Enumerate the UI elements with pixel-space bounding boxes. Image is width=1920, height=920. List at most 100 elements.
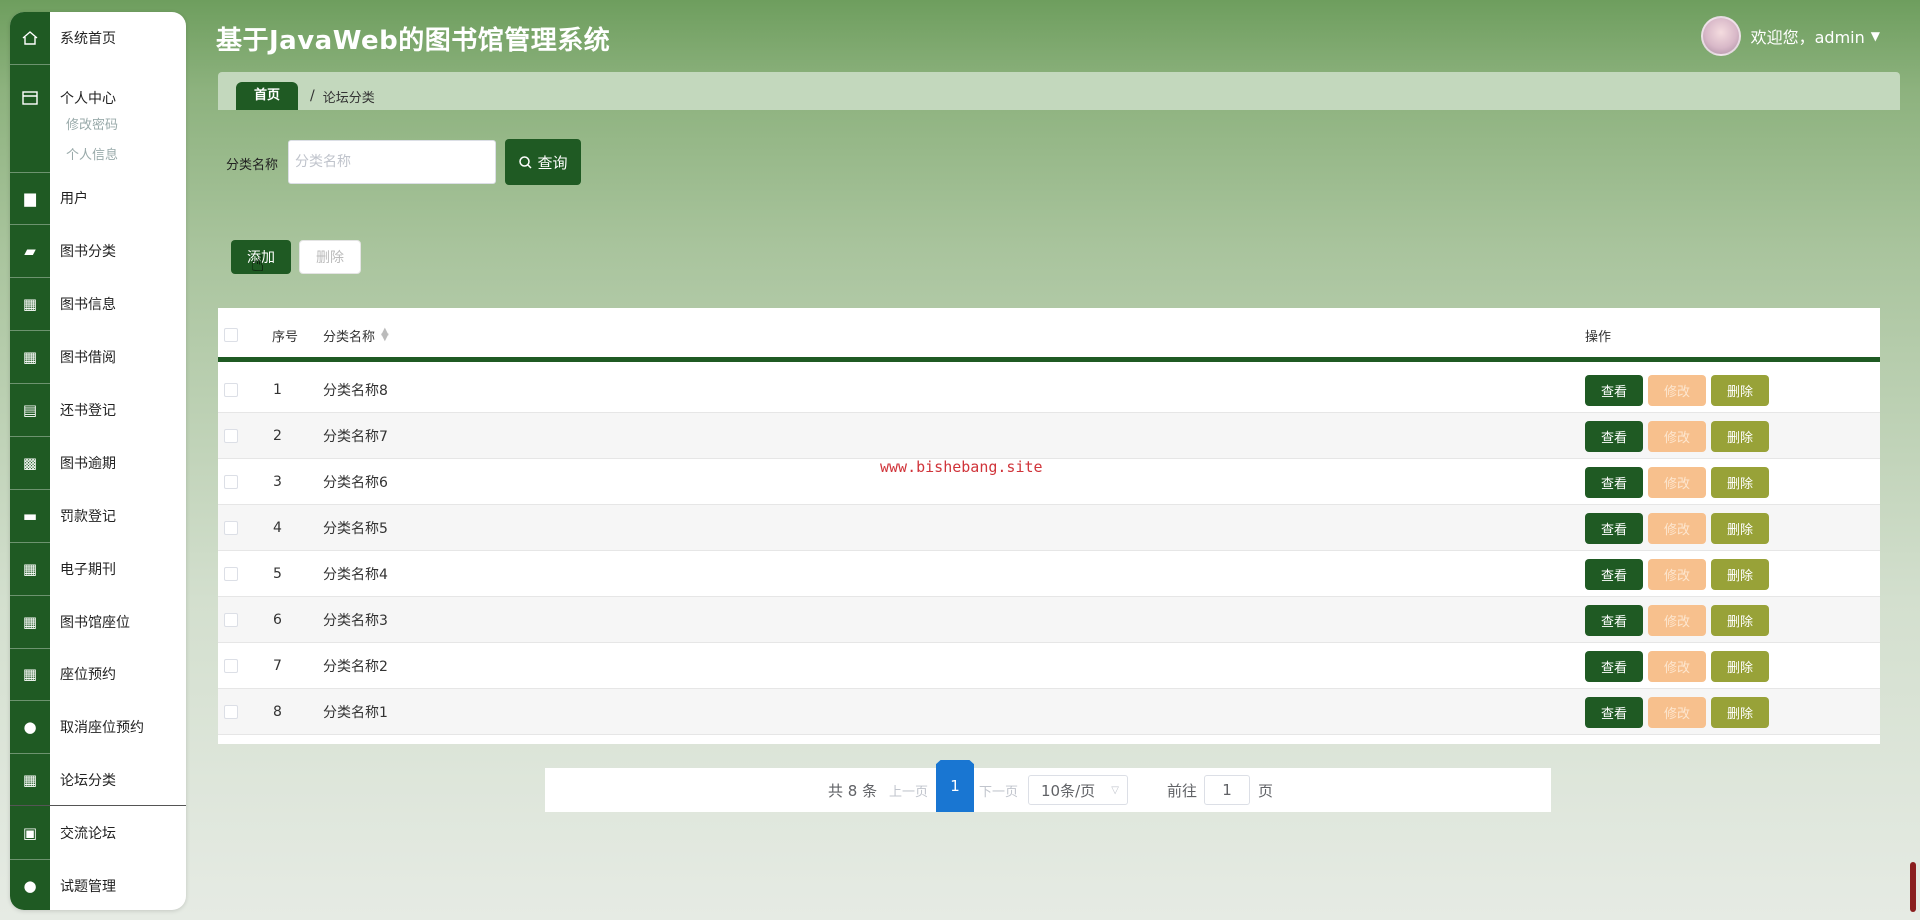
grid-icon: ▦ <box>22 560 38 578</box>
search-input[interactable] <box>288 140 496 184</box>
row-index: 4 <box>273 520 282 536</box>
row-checkbox[interactable] <box>224 613 238 627</box>
clipboard-check-icon: ▣ <box>22 824 38 842</box>
table-row: 8 分类名称1 查看 修改 删除 <box>218 689 1880 735</box>
sidebar-item-users[interactable]: ▆ 用户 <box>10 172 186 224</box>
grid-icon: ▦ <box>22 665 38 683</box>
search-button[interactable]: 查询 <box>505 139 581 185</box>
grid-icon: ▦ <box>22 770 38 789</box>
sidebar-item-label: 电子期刊 <box>60 562 116 578</box>
sidebar-item-book-return[interactable]: ▤ 还书登记 <box>10 384 186 436</box>
page-size-select[interactable]: 10条/页 ▽ <box>1028 775 1128 805</box>
prev-page-button[interactable]: 上一页 <box>889 781 928 800</box>
edit-button[interactable]: 修改 <box>1648 697 1706 728</box>
row-checkbox[interactable] <box>224 659 238 673</box>
page-1-button[interactable]: 1 <box>936 760 974 812</box>
delete-button[interactable]: 删除 <box>1711 605 1769 636</box>
row-checkbox[interactable] <box>224 383 238 397</box>
select-all-checkbox[interactable] <box>224 328 238 342</box>
table-row: 7 分类名称2 查看 修改 删除 <box>218 643 1880 689</box>
sidebar-item-library-seat[interactable]: ▦ 图书馆座位 <box>10 596 186 648</box>
data-table: 序号 分类名称 ▲ ▼ 操作 1 分类名称8 查看 修改 删除 2 分类名称7 查… <box>218 308 1880 744</box>
table-row: 6 分类名称3 查看 修改 删除 <box>218 597 1880 643</box>
sidebar-item-forum[interactable]: ▣ 交流论坛 <box>10 807 186 859</box>
sidebar-item-seat-booking[interactable]: ▦ 座位预约 <box>10 648 186 700</box>
edit-button[interactable]: 修改 <box>1648 605 1706 636</box>
row-checkbox[interactable] <box>224 429 238 443</box>
table-row: 3 分类名称6 查看 修改 删除 <box>218 459 1880 505</box>
sidebar-item-home[interactable]: 系统首页 <box>10 12 186 64</box>
next-page-button[interactable]: 下一页 <box>979 781 1018 800</box>
goto-label: 前往 <box>1167 781 1198 800</box>
delete-button[interactable]: 删除 <box>1711 467 1769 498</box>
view-button[interactable]: 查看 <box>1585 467 1643 498</box>
breadcrumb-home[interactable]: 首页 <box>236 82 299 110</box>
delete-button[interactable]: 删除 <box>1711 559 1769 590</box>
row-name: 分类名称3 <box>323 613 388 629</box>
header-ops: 操作 <box>1585 329 1612 345</box>
search-button-label: 查询 <box>537 154 568 172</box>
row-name: 分类名称2 <box>323 659 388 675</box>
grid-icon: ▦ <box>22 348 38 366</box>
sort-icon[interactable]: ▲ ▼ <box>381 327 389 343</box>
sidebar-item-label: 试题管理 <box>60 879 116 895</box>
delete-button[interactable]: 删除 <box>1711 697 1769 728</box>
lightbulb-icon: ● <box>23 718 37 736</box>
delete-button[interactable]: 删除 <box>1711 421 1769 452</box>
sidebar-item-fine[interactable]: ▬ 罚款登记 <box>10 490 186 542</box>
sidebar-item-exam[interactable]: ● 试题管理 <box>10 860 186 910</box>
view-button[interactable]: 查看 <box>1585 651 1643 682</box>
row-checkbox[interactable] <box>224 705 238 719</box>
briefcase-icon: ▆ <box>24 189 36 207</box>
edit-button[interactable]: 修改 <box>1648 421 1706 452</box>
view-button[interactable]: 查看 <box>1585 697 1643 728</box>
user-greeting: 欢迎您，admin <box>1750 28 1865 47</box>
edit-button[interactable]: 修改 <box>1648 651 1706 682</box>
sidebar-item-ejournal[interactable]: ▦ 电子期刊 <box>10 543 186 595</box>
sidebar-item-cancel-booking[interactable]: ● 取消座位预约 <box>10 701 186 753</box>
sidebar-item-book-category[interactable]: ▰ 图书分类 <box>10 225 186 277</box>
sidebar-item-label: 图书分类 <box>60 244 116 260</box>
row-checkbox[interactable] <box>224 521 238 535</box>
edit-button[interactable]: 修改 <box>1648 513 1706 544</box>
goto-page-input[interactable] <box>1204 775 1250 805</box>
view-button[interactable]: 查看 <box>1585 421 1643 452</box>
view-button[interactable]: 查看 <box>1585 605 1643 636</box>
caret-down-icon: ▼ <box>1870 29 1880 43</box>
header-name[interactable]: 分类名称 ▲ ▼ <box>323 308 389 362</box>
row-checkbox[interactable] <box>224 475 238 489</box>
batch-delete-button[interactable]: 删除 <box>299 240 361 274</box>
user-icon: ● <box>23 877 37 895</box>
sidebar-subitem-change-password[interactable]: 修改密码 <box>66 114 118 133</box>
sidebar: 系统首页 个人中心 修改密码 个人信息 ▆ 用户 ▰ 图书分类 ▦ 图书信息 ▦… <box>10 12 186 910</box>
edit-button[interactable]: 修改 <box>1648 375 1706 406</box>
delete-button[interactable]: 删除 <box>1711 651 1769 682</box>
avatar[interactable] <box>1700 16 1741 56</box>
edit-button[interactable]: 修改 <box>1648 559 1706 590</box>
sidebar-item-label: 系统首页 <box>60 31 116 47</box>
row-name: 分类名称5 <box>323 521 388 537</box>
printer-icon: ▬ <box>22 507 38 525</box>
search-icon <box>519 155 533 169</box>
edit-button[interactable]: 修改 <box>1648 467 1706 498</box>
delete-button[interactable]: 删除 <box>1711 513 1769 544</box>
view-button[interactable]: 查看 <box>1585 513 1643 544</box>
row-checkbox[interactable] <box>224 567 238 581</box>
delete-button[interactable]: 删除 <box>1711 375 1769 406</box>
sidebar-subitem-personal-info[interactable]: 个人信息 <box>66 144 118 163</box>
sidebar-item-label: 图书信息 <box>60 297 116 313</box>
sidebar-item-book-info[interactable]: ▦ 图书信息 <box>10 278 186 330</box>
row-index: 7 <box>273 658 282 674</box>
sidebar-item-forum-category[interactable]: ▦ 论坛分类 <box>10 754 186 806</box>
scrollbar-thumb[interactable] <box>1910 862 1916 912</box>
row-index: 3 <box>273 474 282 490</box>
sidebar-item-book-borrow[interactable]: ▦ 图书借阅 <box>10 331 186 383</box>
breadcrumb-current: 论坛分类 <box>322 90 375 106</box>
sidebar-item-book-overdue[interactable]: ▩ 图书逾期 <box>10 437 186 489</box>
user-menu[interactable]: 欢迎您，admin ▼ <box>1700 16 1880 56</box>
book-category-icon: ▰ <box>24 242 36 260</box>
view-button[interactable]: 查看 <box>1585 559 1643 590</box>
row-name: 分类名称7 <box>323 429 388 445</box>
chevron-down-icon: ▽ <box>1111 784 1119 796</box>
view-button[interactable]: 查看 <box>1585 375 1643 406</box>
